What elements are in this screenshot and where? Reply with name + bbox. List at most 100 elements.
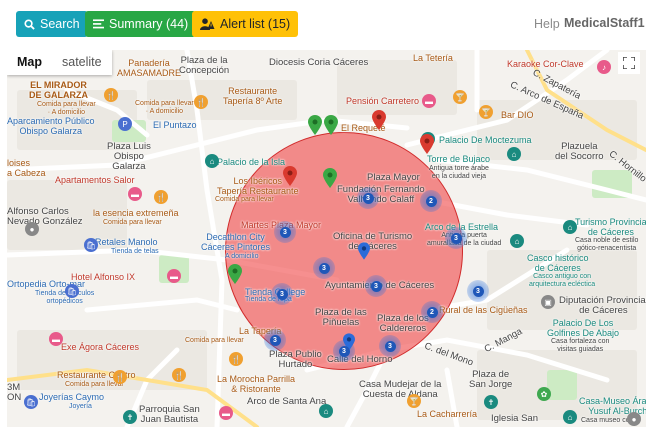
- landmark-poi-icon[interactable]: ⌂: [205, 154, 219, 168]
- map-label-esencia-sub: Comida para llevar: [103, 219, 162, 226]
- music-poi-icon[interactable]: ♪: [597, 60, 611, 74]
- alert-list-button-label: Alert list (15): [220, 17, 291, 31]
- hotel-poi-icon[interactable]: ▬: [128, 187, 142, 201]
- map-label-apartamentos-salor: Apartamentos Salor: [55, 175, 135, 185]
- restaurant-poi-icon[interactable]: 🍴: [172, 368, 186, 382]
- device-cluster-icon[interactable]: 3: [313, 257, 335, 279]
- map-label-plaza-caldereros: Plaza de los Caldereros: [377, 313, 429, 334]
- restaurant-poi-icon[interactable]: 🍴: [104, 88, 118, 102]
- map-label-puntazo: El Puntazo: [153, 120, 197, 130]
- red-alert-pin-icon[interactable]: [283, 166, 297, 186]
- map-label-morocha: La Morocha Parrilla & Ristorante: [217, 374, 296, 394]
- map-label-tapeiria-8: Restaurante Tapería 8º Arte: [223, 86, 283, 106]
- map-label-la-teteria: La Tetería: [413, 53, 453, 63]
- landmark-poi-icon[interactable]: ⌂: [510, 234, 524, 248]
- map-type-map-tab[interactable]: Map: [7, 50, 52, 75]
- location-poi-icon[interactable]: ●: [627, 412, 641, 426]
- landmark-poi-icon[interactable]: ⌂: [507, 147, 521, 161]
- device-cluster-icon[interactable]: 3: [445, 227, 467, 249]
- search-button-label: Search: [40, 17, 80, 31]
- map-type-satellite-tab[interactable]: satelite: [52, 50, 112, 75]
- red-alert-pin-icon[interactable]: [420, 134, 434, 154]
- fullscreen-icon: [623, 57, 635, 69]
- map-label-plaza-concepcion: Plaza de la Concepción: [179, 55, 230, 76]
- map-label-retales-sub: Tienda de telas: [111, 248, 159, 255]
- help-link[interactable]: Help: [534, 17, 560, 31]
- restaurant-poi-icon[interactable]: 🍴: [194, 95, 208, 109]
- church-poi-icon[interactable]: ✝: [123, 410, 137, 424]
- device-cluster-icon[interactable]: 3: [365, 275, 387, 297]
- summary-button[interactable]: Summary (44): [85, 11, 197, 37]
- bar-poi-icon[interactable]: 🍸: [479, 105, 493, 119]
- bar-poi-icon[interactable]: 🍸: [407, 394, 421, 408]
- restaurant-poi-icon[interactable]: 🍴: [113, 370, 127, 384]
- device-cluster-icon[interactable]: 3: [333, 340, 355, 362]
- hotel-poi-icon[interactable]: ▬: [219, 406, 233, 420]
- map-label-esencia: la esencia extremeña: [93, 208, 179, 218]
- device-cluster-icon[interactable]: 3: [264, 329, 286, 351]
- shopping-poi-icon[interactable]: 🛍: [24, 395, 38, 409]
- map-label-iglesia-san: Iglesia San: [491, 413, 539, 424]
- device-cluster-icon[interactable]: 2: [421, 301, 443, 323]
- park-poi-icon[interactable]: ✿: [537, 387, 551, 401]
- search-icon: [24, 18, 35, 30]
- map-label-mirador-sub: Comida para llevar · A domicilio: [37, 101, 96, 116]
- restaurant-poi-icon[interactable]: 🍴: [229, 352, 243, 366]
- search-button[interactable]: Search: [16, 11, 88, 37]
- device-cluster-icon[interactable]: 3: [379, 335, 401, 357]
- fullscreen-button[interactable]: [618, 52, 640, 74]
- map-label-joyerias: Joyerías Caymo: [39, 392, 105, 402]
- map-label-plaza-san-jorge: Plaza de San Jorge: [469, 369, 513, 390]
- green-alert-pin-icon[interactable]: [308, 115, 322, 135]
- map-label-bar-dio: Bar DIO: [501, 110, 534, 120]
- parking-poi-icon[interactable]: P: [118, 117, 132, 131]
- red-alert-pin-icon[interactable]: [372, 110, 386, 130]
- landmark-poi-icon[interactable]: ⌂: [319, 404, 333, 418]
- map-label-loises: loises a Cabeza: [7, 158, 46, 178]
- green-alert-pin-icon[interactable]: [324, 115, 338, 135]
- church-poi-icon[interactable]: ✝: [484, 395, 498, 409]
- map-label-karaoke: Karaoke Cor-Clave: [507, 59, 584, 69]
- hotel-poi-icon[interactable]: ▬: [422, 94, 436, 108]
- alert-list-button[interactable]: Alert list (15): [192, 11, 299, 37]
- green-alert-pin-icon[interactable]: [323, 168, 337, 188]
- map-label-la-cacharreria: La Cacharrería: [417, 409, 478, 419]
- device-cluster-icon[interactable]: 3: [274, 221, 296, 243]
- hotel-poi-icon[interactable]: ▬: [49, 332, 63, 346]
- device-cluster-icon[interactable]: 2: [420, 190, 442, 212]
- user-menu[interactable]: MedicalStaff1: [564, 16, 645, 30]
- map-label-panaderia: Panadería AMASAMADRE: [117, 58, 182, 78]
- map-label-plaza-luis: Plaza Luis Obispo Galarza: [107, 141, 151, 172]
- map-label-casa-museo-sub: Casa museo con: [581, 417, 634, 424]
- map-label-palacio-isla: Palacio de la Isla: [217, 157, 286, 167]
- map-label-parroquia: Parroquia San Juan Bautista: [139, 404, 200, 425]
- location-poi-icon[interactable]: ●: [25, 222, 39, 236]
- map-label-plaza-publio: Plaza Publio Hurtado: [269, 349, 322, 370]
- map-label-partial-on: 3M ON: [7, 382, 22, 403]
- map-label-casco: Casco histórico de Cáceres: [527, 253, 589, 273]
- map-label-plazuela: Plazuela del Socorro: [555, 141, 604, 162]
- landmark-poi-icon[interactable]: ⌂: [563, 220, 577, 234]
- map-label-casa-mudejar: Casa Mudejar de la Cuesta de Aldana: [359, 379, 442, 400]
- shopping-poi-icon[interactable]: 🛍: [84, 238, 98, 252]
- hotel-poi-icon[interactable]: ▬: [167, 269, 181, 283]
- map-label-alfonso-carlos: Alfonso Carlos Nevado González: [7, 206, 83, 227]
- map-label-mirador: EL MIRADOR DE GALARZA: [29, 80, 88, 100]
- map-label-diocesis: Diocesis Coria Cáceres: [269, 57, 369, 68]
- government-poi-icon[interactable]: ▣: [541, 295, 555, 309]
- bar-poi-icon[interactable]: 🍸: [453, 90, 467, 104]
- device-cluster-icon[interactable]: 3: [467, 280, 489, 302]
- green-alert-pin-icon[interactable]: [228, 264, 242, 284]
- map-label-torre-bujaco: Torre de Bujaco: [427, 154, 491, 164]
- device-cluster-icon[interactable]: 3: [271, 283, 293, 305]
- restaurant-poi-icon[interactable]: 🍴: [154, 190, 168, 204]
- device-cluster-icon[interactable]: 3: [357, 187, 379, 209]
- map-view[interactable]: Map satelite Panadería AMASAMADRE Plaza …: [7, 50, 646, 427]
- map-label-decathlon-sub: A domicilio: [225, 253, 259, 260]
- shopping-poi-icon[interactable]: 🛍: [65, 284, 79, 298]
- map-label-turismo-provincia-sub: Casa noble de estilo gótico-renacentista: [575, 237, 639, 252]
- summary-button-label: Summary (44): [109, 17, 189, 31]
- landmark-poi-icon[interactable]: ⌂: [563, 410, 577, 424]
- top-toolbar: Search Summary (44) Alert list (15) Help…: [0, 0, 646, 48]
- blue-device-pin-icon[interactable]: [358, 242, 370, 260]
